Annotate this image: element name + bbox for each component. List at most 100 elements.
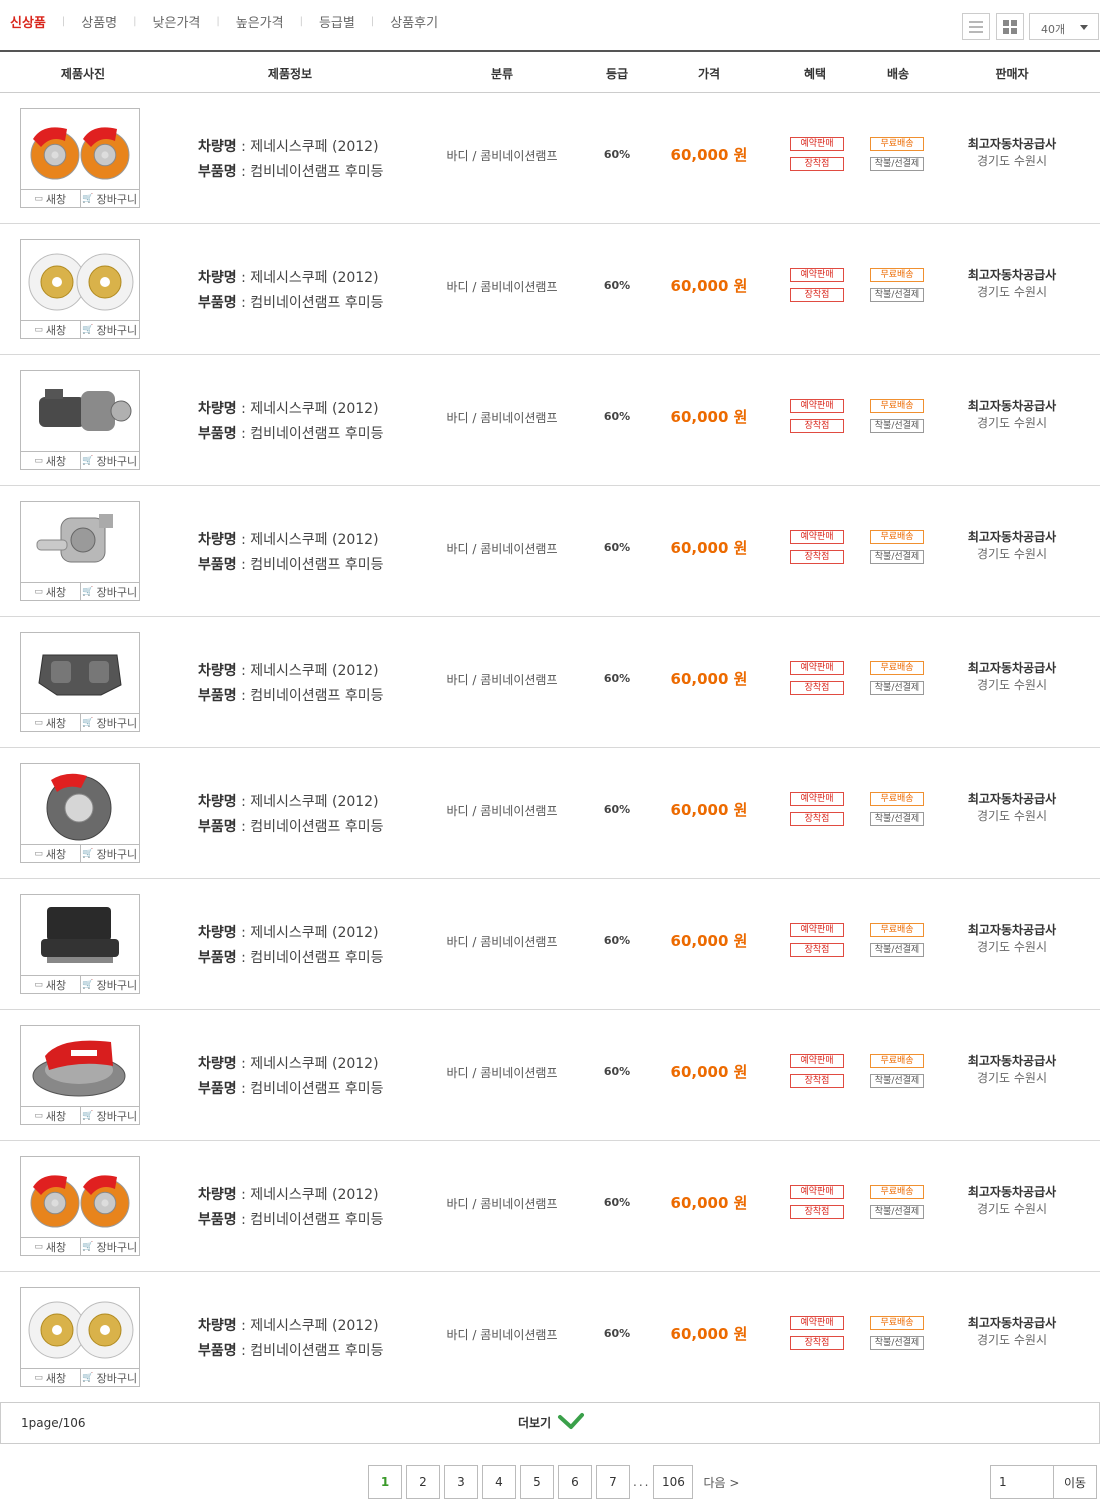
new-window-button[interactable]: ▭ 새창: [21, 321, 80, 338]
list-view-icon[interactable]: [962, 13, 990, 40]
cart-label: 장바구니: [96, 978, 138, 992]
page-link[interactable]: 3: [444, 1465, 478, 1499]
red-brake-calipers-pair-image: [30, 1175, 130, 1228]
page-link[interactable]: 6: [558, 1465, 592, 1499]
page-link[interactable]: 4: [482, 1465, 516, 1499]
product-image[interactable]: [21, 895, 139, 975]
cart-button[interactable]: 🛒 장바구니: [79, 190, 140, 207]
shipping-badge-free: 무료배송: [870, 923, 924, 937]
product-image[interactable]: [21, 1157, 139, 1237]
product-grade: 60%: [603, 934, 631, 947]
sort-tab-grade[interactable]: 등급별: [319, 12, 355, 31]
new-window-label: 새창: [45, 1109, 67, 1123]
seller-info[interactable]: 최고자동차공급사 경기도 수원시: [968, 1315, 1056, 1349]
cart-button[interactable]: 🛒 장바구니: [79, 452, 140, 469]
goto-page-button[interactable]: 이동: [1053, 1465, 1097, 1499]
seller-location: 경기도 수원시: [976, 547, 1048, 561]
seller-info[interactable]: 최고자동차공급사 경기도 수원시: [968, 1053, 1056, 1087]
seller-info[interactable]: 최고자동차공급사 경기도 수원시: [968, 529, 1056, 563]
product-image[interactable]: [21, 240, 139, 320]
cart-icon: 🛒: [82, 979, 94, 990]
product-image[interactable]: [21, 502, 139, 582]
product-grade: 60%: [603, 1196, 631, 1209]
product-info[interactable]: 차량명 : 제네시스쿠페 (2012) 부품명 : 컴비네이션램프 후미등: [198, 1183, 384, 1233]
new-window-button[interactable]: ▭ 새창: [21, 1369, 80, 1386]
product-info[interactable]: 차량명 : 제네시스쿠페 (2012) 부품명 : 컴비네이션램프 후미등: [198, 528, 384, 578]
product-info[interactable]: 차량명 : 제네시스쿠페 (2012) 부품명 : 컴비네이션램프 후미등: [198, 135, 384, 185]
car-name: 제네시스쿠페 (2012): [250, 925, 379, 941]
product-image[interactable]: [21, 764, 139, 844]
product-image[interactable]: [21, 371, 139, 451]
page-link[interactable]: 2: [406, 1465, 440, 1499]
seller-info[interactable]: 최고자동차공급사 경기도 수원시: [968, 398, 1056, 432]
new-window-button[interactable]: ▭ 새창: [21, 583, 80, 600]
goto-page-input[interactable]: [990, 1465, 1054, 1499]
items-per-page-select[interactable]: 40개: [1029, 13, 1099, 40]
seller-info[interactable]: 최고자동차공급사 경기도 수원시: [968, 136, 1056, 170]
new-window-button[interactable]: ▭ 새창: [21, 1107, 80, 1124]
cart-button[interactable]: 🛒 장바구니: [79, 976, 140, 993]
seller-info[interactable]: 최고자동차공급사 경기도 수원시: [968, 660, 1056, 694]
cart-button[interactable]: 🛒 장바구니: [79, 321, 140, 338]
cart-button[interactable]: 🛒 장바구니: [79, 845, 140, 862]
sort-tab-name[interactable]: 상품명: [81, 12, 117, 31]
header-shipping: 배송: [886, 67, 910, 81]
benefit-badge-reservation: 예약판매: [790, 923, 844, 937]
product-image[interactable]: [21, 109, 139, 189]
product-info[interactable]: 차량명 : 제네시스쿠페 (2012) 부품명 : 컴비네이션램프 후미등: [198, 1314, 384, 1364]
seller-name: 최고자동차공급사: [967, 137, 1057, 151]
product-info[interactable]: 차량명 : 제네시스쿠페 (2012) 부품명 : 컴비네이션램프 후미등: [198, 266, 384, 316]
benefit-badge-install: 장착점: [790, 812, 844, 826]
new-window-button[interactable]: ▭ 새창: [21, 1238, 80, 1255]
new-window-button[interactable]: ▭ 새창: [21, 976, 80, 993]
page-link[interactable]: 5: [520, 1465, 554, 1499]
product-grade: 60%: [603, 410, 631, 423]
page-link[interactable]: 1: [368, 1465, 402, 1499]
seller-name: 최고자동차공급사: [967, 792, 1057, 806]
new-window-button[interactable]: ▭ 새창: [21, 190, 80, 207]
cart-icon: 🛒: [82, 455, 94, 466]
sort-tab-reviews[interactable]: 상품후기: [390, 12, 438, 31]
load-more-button[interactable]: 더보기: [518, 1412, 585, 1432]
seller-location: 경기도 수원시: [976, 416, 1048, 430]
seller-location: 경기도 수원시: [976, 285, 1048, 299]
next-page-link[interactable]: 다음 >: [703, 1474, 739, 1491]
shipping-badge-payment: 착불/선결제: [870, 681, 924, 695]
seller-info[interactable]: 최고자동차공급사 경기도 수원시: [968, 267, 1056, 301]
new-window-button[interactable]: ▭ 새창: [21, 452, 80, 469]
product-info[interactable]: 차량명 : 제네시스쿠페 (2012) 부품명 : 컴비네이션램프 후미등: [198, 790, 384, 840]
new-window-button[interactable]: ▭ 새창: [21, 714, 80, 731]
seller-location: 경기도 수원시: [976, 1333, 1048, 1347]
sort-tab-low-price[interactable]: 낮은가격: [153, 12, 201, 31]
cart-button[interactable]: 🛒 장바구니: [79, 1369, 140, 1386]
page-link-last[interactable]: 106: [653, 1465, 694, 1499]
seller-info[interactable]: 최고자동차공급사 경기도 수원시: [968, 922, 1056, 956]
page-link[interactable]: 7: [596, 1465, 630, 1499]
sort-tab-new[interactable]: 신상품: [10, 12, 46, 31]
product-image[interactable]: [21, 633, 139, 713]
sort-tab-high-price[interactable]: 높은가격: [236, 12, 284, 31]
car-label: 차량명: [198, 401, 237, 417]
seller-info[interactable]: 최고자동차공급사 경기도 수원시: [968, 1184, 1056, 1218]
cart-button[interactable]: 🛒 장바구니: [79, 1107, 140, 1124]
grid-view-icon[interactable]: [996, 13, 1024, 40]
product-info[interactable]: 차량명 : 제네시스쿠페 (2012) 부품명 : 컴비네이션램프 후미등: [198, 1052, 384, 1102]
benefit-badge-reservation: 예약판매: [790, 792, 844, 806]
product-image[interactable]: [21, 1288, 139, 1368]
cart-icon: 🛒: [82, 324, 94, 335]
seller-name: 최고자동차공급사: [967, 530, 1057, 544]
product-info[interactable]: 차량명 : 제네시스쿠페 (2012) 부품명 : 컴비네이션램프 후미등: [198, 397, 384, 447]
product-info[interactable]: 차량명 : 제네시스쿠페 (2012) 부품명 : 컴비네이션램프 후미등: [198, 659, 384, 709]
water-pump-image: [36, 514, 113, 563]
cart-button[interactable]: 🛒 장바구니: [79, 1238, 140, 1255]
page-info: 1page/106: [21, 1416, 86, 1430]
seller-info[interactable]: 최고자동차공급사 경기도 수원시: [968, 791, 1056, 825]
new-window-button[interactable]: ▭ 새창: [21, 845, 80, 862]
product-info[interactable]: 차량명 : 제네시스쿠페 (2012) 부품명 : 컴비네이션램프 후미등: [198, 921, 384, 971]
seller-name: 최고자동차공급사: [967, 1316, 1057, 1330]
benefit-badge-install: 장착점: [790, 1205, 844, 1219]
cart-button[interactable]: 🛒 장바구니: [79, 583, 140, 600]
header-price: 가격: [697, 67, 721, 81]
cart-button[interactable]: 🛒 장바구니: [79, 714, 140, 731]
product-image[interactable]: [21, 1026, 139, 1106]
